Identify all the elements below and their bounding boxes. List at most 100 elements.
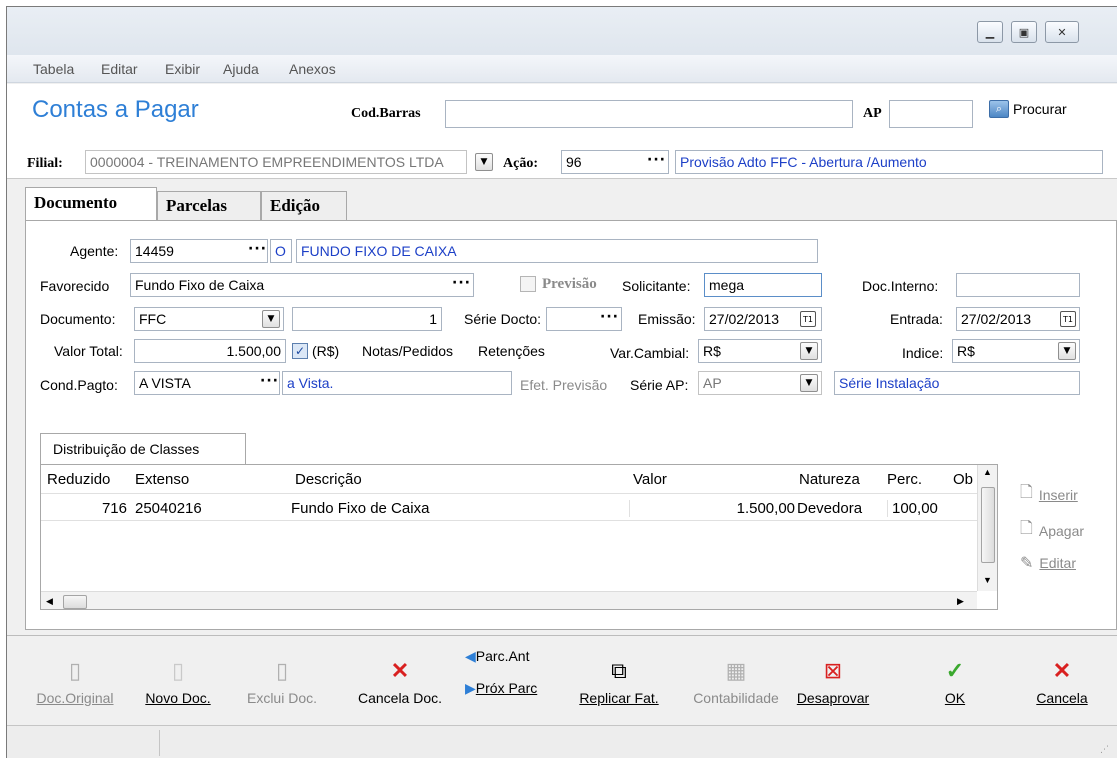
agente-label: Agente: — [70, 243, 119, 259]
arrow-left-icon: ◀ — [465, 648, 476, 664]
efet-previsao-label[interactable]: Efet. Previsão — [520, 377, 607, 393]
close-window-button[interactable]: ✕ — [1045, 21, 1079, 43]
tab-distribuicao-classes[interactable]: Distribuição de Classes — [40, 433, 246, 465]
horizontal-scrollbar[interactable]: ◀ ▶ — [41, 591, 977, 609]
col-descricao[interactable]: Descrição — [295, 471, 362, 488]
previsao-checkbox[interactable] — [520, 276, 536, 292]
parc-ant-button[interactable]: ◀Parc.Ant — [465, 648, 553, 665]
procurar-button[interactable]: ⌕ Procurar — [989, 100, 1067, 118]
favorecido-lookup-button[interactable]: ··· — [452, 275, 471, 291]
editar-button[interactable]: ✎ Editar — [1020, 553, 1076, 573]
serie-docto-lookup-button[interactable]: ··· — [600, 309, 619, 325]
doc-original-label: Doc.Original — [36, 690, 114, 706]
scroll-right-icon[interactable]: ▶ — [957, 596, 964, 607]
table-row[interactable]: 716 25040216 Fundo Fixo de Caixa 1.500,0… — [41, 493, 977, 521]
distribution-grid: Reduzido Extenso Descrição Valor Naturez… — [40, 464, 998, 610]
indice-label: Indice: — [902, 345, 944, 361]
filial-label: Filial: — [27, 156, 63, 171]
calendar-icon[interactable]: T1 — [1060, 311, 1076, 327]
col-valor[interactable]: Valor — [633, 471, 667, 488]
cancela-doc-button[interactable]: ✕ Cancela Doc. — [347, 658, 453, 706]
header: Contas a Pagar Cod.Barras AP ⌕ Procurar … — [7, 84, 1117, 179]
tab-documento[interactable]: Documento — [25, 187, 157, 221]
contabilidade-button[interactable]: ▦ Contabilidade — [685, 658, 787, 706]
edit-icon: ✎ — [1020, 555, 1034, 572]
cancela-button[interactable]: ✕ Cancela — [1027, 658, 1097, 706]
cod-barras-input[interactable] — [445, 100, 853, 128]
favorecido-label: Favorecido — [40, 278, 110, 294]
chevron-down-icon: ▼ — [805, 378, 813, 388]
menu-tabela[interactable]: Tabela — [33, 61, 74, 77]
notas-pedidos-link[interactable]: Notas/Pedidos — [362, 343, 453, 359]
doc-interno-label: Doc.Interno: — [862, 278, 939, 294]
col-ob[interactable]: Ob — [953, 471, 973, 488]
ap-input[interactable] — [889, 100, 973, 128]
maximize-button[interactable]: ▣ — [1011, 21, 1037, 43]
favorecido-input[interactable]: Fundo Fixo de Caixa — [130, 273, 474, 297]
agente-type-field: O — [270, 239, 292, 263]
filial-select[interactable]: 0000004 - TREINAMENTO EMPREENDIMENTOS LT… — [85, 150, 467, 174]
inserir-label: Inserir — [1038, 486, 1078, 503]
desaprovar-button[interactable]: ⊠ Desaprovar — [789, 658, 877, 706]
currency-checkbox[interactable]: ✓ — [292, 343, 308, 359]
indice-dropdown-button[interactable]: ▼ — [1058, 342, 1076, 360]
close-icon: ✕ — [1057, 25, 1067, 39]
vertical-scrollbar[interactable]: ▲ ▼ — [977, 465, 997, 591]
col-natureza[interactable]: Natureza — [799, 471, 860, 488]
doc-original-button[interactable]: ▯ Doc.Original — [29, 658, 121, 706]
menu-ajuda[interactable]: Ajuda — [223, 61, 259, 77]
tab-parcelas[interactable]: Parcelas — [157, 191, 261, 221]
red-x-icon: ✕ — [1052, 658, 1072, 683]
documento-number-input[interactable]: 1 — [292, 307, 442, 331]
solicitante-label: Solicitante: — [622, 278, 691, 294]
col-extenso[interactable]: Extenso — [135, 471, 189, 488]
menu-exibir[interactable]: Exibir — [165, 61, 200, 77]
serie-ap-label: Série AP: — [630, 377, 689, 393]
menu-anexos[interactable]: Anexos — [289, 61, 336, 77]
tab-edicao[interactable]: Edição — [261, 191, 347, 221]
acao-lookup-button[interactable]: ··· — [647, 152, 666, 168]
resize-grip-icon[interactable]: ⋰ — [1100, 745, 1109, 755]
ok-label: OK — [944, 690, 966, 706]
menu-editar[interactable]: Editar — [101, 61, 138, 77]
scroll-thumb[interactable] — [981, 487, 995, 563]
cond-pagto-lookup-button[interactable]: ··· — [260, 373, 279, 389]
solicitante-input[interactable]: mega — [704, 273, 822, 297]
red-x-icon: ✕ — [390, 658, 410, 683]
inserir-button[interactable]: 🗋 Inserir — [1020, 481, 1078, 508]
h-scroll-thumb[interactable] — [63, 595, 87, 609]
action-toolbar: ▯ Doc.Original ▯ Novo Doc. ▯ Exclui Doc.… — [7, 635, 1117, 725]
replicar-fat-button[interactable]: ⧉ Replicar Fat. — [569, 658, 669, 706]
retencoes-link[interactable]: Retenções — [478, 343, 545, 359]
cancela-label: Cancela — [1036, 690, 1088, 706]
calculator-icon: ▦ — [725, 658, 747, 683]
delete-document-icon: ▯ — [275, 658, 289, 683]
serie-docto-label: Série Docto: — [464, 311, 542, 327]
cond-pagto-input[interactable]: A VISTA — [134, 371, 280, 395]
var-cambial-dropdown-button[interactable]: ▼ — [800, 342, 818, 360]
minimize-button[interactable]: ▁ — [977, 21, 1003, 43]
doc-interno-input[interactable] — [956, 273, 1080, 297]
documento-dropdown-button[interactable]: ▼ — [262, 310, 280, 328]
apagar-button[interactable]: 🗋 Apagar — [1020, 517, 1084, 544]
agente-lookup-button[interactable]: ··· — [248, 241, 267, 257]
grid-header: Reduzido Extenso Descrição Valor Naturez… — [41, 465, 977, 493]
scroll-down-icon[interactable]: ▼ — [983, 575, 992, 585]
col-perc[interactable]: Perc. — [887, 471, 922, 488]
novo-doc-button[interactable]: ▯ Novo Doc. — [133, 658, 223, 706]
calendar-icon[interactable]: T1 — [800, 311, 816, 327]
col-reduzido[interactable]: Reduzido — [47, 471, 110, 488]
scroll-left-icon[interactable]: ◀ — [46, 596, 53, 607]
valor-total-input[interactable]: 1.500,00 — [134, 339, 286, 363]
cell-natureza: Devedora — [797, 500, 863, 517]
new-document-icon: ▯ — [171, 658, 185, 683]
filial-dropdown-button[interactable]: ▼ — [475, 153, 493, 171]
prox-parc-button[interactable]: ▶Próx Parc — [465, 680, 557, 697]
exclui-doc-button[interactable]: ▯ Exclui Doc. — [235, 658, 329, 706]
scroll-up-icon[interactable]: ▲ — [983, 467, 992, 477]
documento-label: Documento: — [40, 311, 116, 327]
editar-label: Editar — [1039, 555, 1076, 571]
var-cambial-label: Var.Cambial: — [610, 345, 690, 361]
ok-button[interactable]: ✓ OK — [933, 658, 977, 706]
serie-ap-dropdown-button[interactable]: ▼ — [800, 374, 818, 392]
